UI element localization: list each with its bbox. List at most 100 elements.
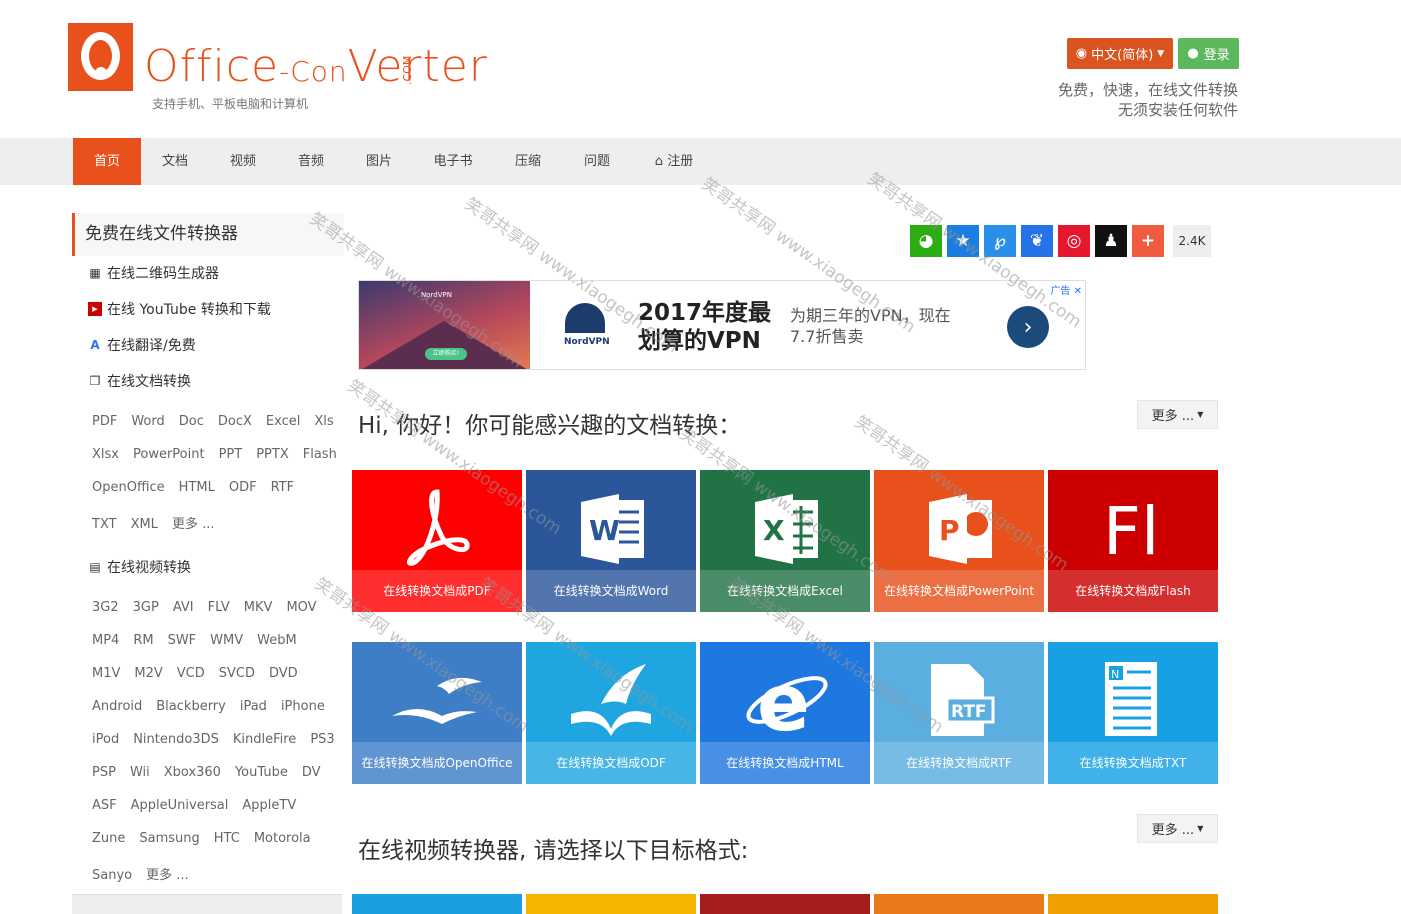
sidebar-link-translate[interactable]: A 在线翻译/免费 — [88, 335, 195, 355]
video-more-button[interactable]: 更多 ... ▼ — [1137, 814, 1218, 843]
format-link[interactable]: PSP — [92, 765, 116, 780]
login-button[interactable]: ● 登录 — [1178, 38, 1239, 69]
format-link[interactable]: FLV — [208, 600, 230, 615]
baidu-share-button[interactable]: ❦ — [1021, 225, 1053, 257]
format-link[interactable]: Samsung — [139, 831, 199, 846]
format-link[interactable]: DocX — [218, 414, 252, 429]
format-link[interactable]: Flash — [303, 447, 337, 462]
format-link[interactable]: DV — [302, 765, 321, 780]
format-link[interactable]: Xbox360 — [164, 765, 221, 780]
nav-image[interactable]: 图片 — [354, 138, 404, 185]
tile-odf[interactable]: 在线转换文档成ODF — [526, 642, 696, 784]
tile-flash[interactable]: Fl 在线转换文档成Flash — [1048, 470, 1218, 612]
sidebar-link-video[interactable]: ▤ 在线视频转换 — [88, 557, 191, 577]
format-link[interactable]: Excel — [266, 414, 300, 429]
format-link[interactable]: RTF — [271, 480, 295, 495]
tile-rtf[interactable]: RTF 在线转换文档成RTF — [874, 642, 1044, 784]
tile-word[interactable]: W 在线转换文档成Word — [526, 470, 696, 612]
format-link[interactable]: VCD — [177, 666, 205, 681]
qzone-share-button[interactable]: ℘ — [984, 225, 1016, 257]
format-link[interactable]: SWF — [168, 633, 197, 648]
format-link[interactable]: MOV — [286, 600, 316, 615]
tile-powerpoint[interactable]: P 在线转换文档成PowerPoint — [874, 470, 1044, 612]
tile-openoffice[interactable]: 在线转换文档成OpenOffice — [352, 642, 522, 784]
video-tile-5[interactable] — [1048, 894, 1218, 914]
format-link[interactable]: TXT — [92, 517, 117, 532]
nav-audio[interactable]: 音频 — [286, 138, 336, 185]
format-link[interactable]: Doc — [179, 414, 204, 429]
format-link[interactable]: Xlsx — [92, 447, 119, 462]
format-link[interactable]: KindleFire — [233, 732, 296, 747]
format-link[interactable]: AppleUniversal — [131, 798, 229, 813]
nav-video[interactable]: 视频 — [218, 138, 268, 185]
nav-document[interactable]: 文档 — [150, 138, 200, 185]
video-tile-3[interactable] — [700, 894, 870, 914]
format-link[interactable]: OpenOffice — [92, 480, 165, 495]
nav-faq[interactable]: 问题 — [572, 138, 622, 185]
format-link[interactable]: PS3 — [310, 732, 334, 747]
sidebar-link-youtube[interactable]: ▶ 在线 YouTube 转换和下载 — [88, 299, 271, 319]
more-video-link[interactable]: 更多 ... — [146, 868, 189, 883]
tile-pdf[interactable]: 在线转换文档成PDF — [352, 470, 522, 612]
format-link[interactable]: Nintendo3DS — [133, 732, 219, 747]
format-link[interactable]: M1V — [92, 666, 120, 681]
format-link[interactable]: XML — [131, 517, 158, 532]
format-link[interactable]: 3GP — [133, 600, 159, 615]
format-link[interactable]: Xls — [314, 414, 333, 429]
format-link[interactable]: YouTube — [235, 765, 288, 780]
ad-banner[interactable]: NordVPN 立即购买! NordVPN 2017年度最 划算的VPN 为期三… — [358, 280, 1086, 370]
format-link[interactable]: Sanyo — [92, 868, 132, 883]
format-link[interactable]: AppleTV — [242, 798, 296, 813]
tile-html[interactable]: e 在线转换文档成HTML — [700, 642, 870, 784]
format-link[interactable]: SVCD — [219, 666, 255, 681]
format-link[interactable]: 3G2 — [92, 600, 119, 615]
nav-ebook[interactable]: 电子书 — [425, 138, 481, 185]
format-link[interactable]: iPad — [240, 699, 267, 714]
site-logo[interactable]: Office-ConVerter .COM 支持手机、平板电脑和计算机 — [68, 23, 487, 113]
format-link[interactable]: PPT — [219, 447, 243, 462]
language-dropdown[interactable]: ◉ 中文(简体) ▼ — [1067, 38, 1173, 69]
tile-txt[interactable]: N 在线转换文档成TXT — [1048, 642, 1218, 784]
format-link[interactable]: Android — [92, 699, 142, 714]
favorite-share-button[interactable]: ★ — [947, 225, 979, 257]
qq-share-button[interactable]: ♟ — [1095, 225, 1127, 257]
format-link[interactable]: AVI — [173, 600, 194, 615]
format-link[interactable]: PowerPoint — [133, 447, 205, 462]
format-link[interactable]: RM — [133, 633, 153, 648]
format-link[interactable]: M2V — [134, 666, 162, 681]
format-link[interactable]: HTC — [214, 831, 240, 846]
nav-home[interactable]: 首页 — [73, 138, 141, 185]
format-link[interactable]: iPhone — [281, 699, 325, 714]
nav-archive[interactable]: 压缩 — [503, 138, 553, 185]
format-link[interactable]: WMV — [210, 633, 243, 648]
tile-excel[interactable]: X 在线转换文档成Excel — [700, 470, 870, 612]
video-tile-4[interactable] — [874, 894, 1044, 914]
video-tile-1[interactable] — [352, 894, 522, 914]
doc-more-button[interactable]: 更多 ... ▼ — [1137, 400, 1218, 429]
format-link[interactable]: HTML — [179, 480, 215, 495]
format-link[interactable]: PPTX — [256, 447, 289, 462]
format-link[interactable]: Motorola — [254, 831, 311, 846]
format-link[interactable]: Zune — [92, 831, 125, 846]
format-link[interactable]: Word — [131, 414, 164, 429]
nav-register[interactable]: ⌂ 注册 — [642, 138, 706, 185]
more-doc-link[interactable]: 更多 ... — [172, 517, 215, 532]
weibo-share-button[interactable]: ◎ — [1058, 225, 1090, 257]
format-link[interactable]: MKV — [244, 600, 273, 615]
format-link[interactable]: Wii — [130, 765, 150, 780]
chevron-right-icon[interactable]: › — [1007, 306, 1049, 348]
sidebar-link-document[interactable]: ❐ 在线文档转换 — [88, 371, 191, 391]
format-link[interactable]: MP4 — [92, 633, 119, 648]
format-link[interactable]: ASF — [92, 798, 117, 813]
format-link[interactable]: ODF — [229, 480, 257, 495]
video-tile-2[interactable] — [526, 894, 696, 914]
format-link[interactable]: PDF — [92, 414, 117, 429]
format-link[interactable]: Blackberry — [156, 699, 226, 714]
sidebar-link-qrcode[interactable]: ▦ 在线二维码生成器 — [88, 263, 219, 283]
format-link[interactable]: WebM — [257, 633, 297, 648]
format-link[interactable]: DVD — [269, 666, 298, 681]
ad-close-badge[interactable]: 广告 ✕ — [1050, 282, 1082, 297]
more-share-button[interactable]: + — [1132, 225, 1164, 257]
format-link[interactable]: iPod — [92, 732, 119, 747]
wechat-share-button[interactable]: ◕ — [910, 225, 942, 257]
